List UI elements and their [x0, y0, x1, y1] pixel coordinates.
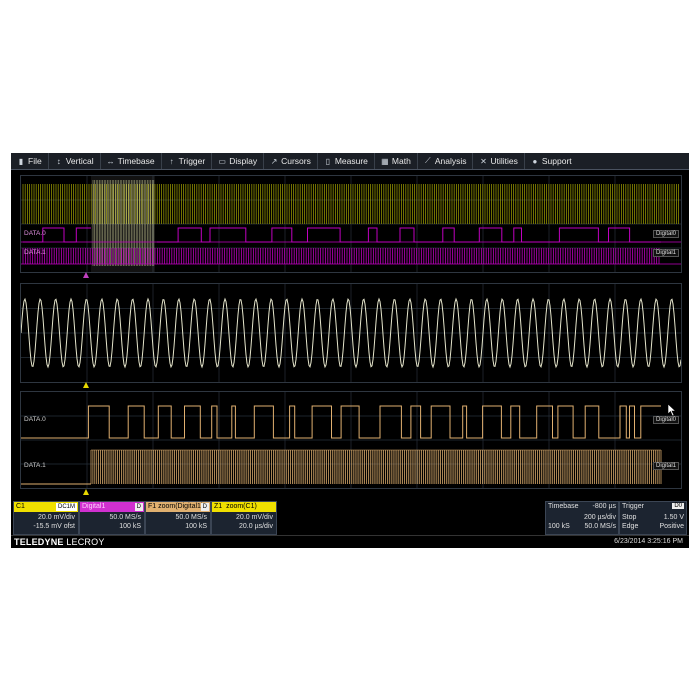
digital1-tag: Digital1: [652, 249, 679, 257]
cursors-icon: ↗: [270, 156, 278, 166]
c1-coupling-badge: DC1M: [55, 503, 77, 511]
trigger-marker-magenta: [83, 272, 89, 278]
trigger-marker-bottom: [83, 489, 89, 495]
analog-sine-trace: [21, 284, 681, 382]
digital-overview-trace: [21, 176, 681, 272]
timebase-label: Timebase: [548, 503, 579, 510]
z1-header: Z1 zoom(C1): [212, 502, 276, 512]
c1-offset: -15.5 mV ofst: [33, 523, 75, 530]
fzoom-samples: 100 kS: [185, 523, 207, 530]
z1-descriptor[interactable]: Z1 zoom(C1) 20.0 mV/div 20.0 µs/div: [211, 501, 277, 535]
z1-volts-div: 20.0 mV/div: [236, 514, 273, 521]
menu-timebase[interactable]: ↔ Timebase: [101, 153, 162, 169]
menu-trigger[interactable]: ↑ Trigger: [162, 153, 213, 169]
digital1-samples: 100 kS: [119, 523, 141, 530]
c1-volts-div: 20.0 mV/div: [38, 514, 75, 521]
zoom-label-data0: DATA.0: [24, 416, 46, 423]
descriptor-bar: C1 DC1M 20.0 mV/div -15.5 mV ofst Digita…: [11, 499, 689, 535]
analysis-icon: ⟋: [425, 156, 431, 165]
status-footer: TELEDYNE LECROY 6/23/2014 3:25:16 PM: [11, 535, 689, 548]
trigger-label: Trigger: [622, 503, 644, 510]
digital-zoom-trace: [21, 392, 681, 488]
menu-cursors[interactable]: ↗ Cursors: [264, 153, 318, 169]
timebase-samples: 100 kS: [548, 523, 570, 530]
fzoom-badge: D: [200, 503, 209, 511]
timebase-icon: ↔: [106, 156, 115, 166]
display-icon: ▭: [218, 156, 226, 166]
trace-label-data0: DATA.0: [24, 230, 46, 237]
trace-label-data1: DATA.1: [24, 249, 46, 256]
menu-analysis[interactable]: ⟋ Analysis: [418, 153, 474, 169]
mouse-pointer-icon: [667, 403, 677, 417]
digital-overview-grid[interactable]: DATA.0 DATA.1 Digital0 Digital1: [20, 175, 682, 273]
timebase-div: 200 µs/div: [583, 514, 616, 521]
trigger-level: 1.50 V: [663, 514, 684, 521]
trigger-descriptor[interactable]: Trigger D0 Stop 1.50 V Edge Positive: [619, 501, 687, 535]
digital1-descriptor[interactable]: Digital1 D 50.0 MS/s 100 kS: [79, 501, 145, 535]
menu-vertical[interactable]: ↕ Vertical: [49, 153, 101, 169]
digital0-tag: Digital0: [652, 230, 679, 238]
menu-support[interactable]: ● Support: [525, 153, 578, 169]
oscilloscope-screen: ▮ File ↕ Vertical ↔ Timebase ↑ Trigger ▭ Disp…: [11, 153, 689, 548]
menu-measure[interactable]: ▯ Measure: [318, 153, 375, 169]
file-icon: ▮: [18, 156, 24, 166]
zoom-label-data1: DATA.1: [24, 462, 46, 469]
menu-display[interactable]: ▭ Display: [212, 153, 265, 169]
z1-time-div: 20.0 µs/div: [239, 523, 273, 530]
utilities-icon: ✕: [480, 156, 487, 166]
trigger-icon: ↑: [169, 156, 174, 166]
vertical-icon: ↕: [56, 156, 61, 166]
support-icon: ●: [532, 156, 538, 166]
zoom-digital1-tag: Digital1: [652, 462, 679, 470]
trigger-marker-yellow: [83, 382, 89, 388]
date-time: 6/23/2014 3:25:16 PM: [614, 538, 683, 545]
trigger-source-badge: D0: [672, 503, 684, 509]
menu-file[interactable]: ▮ File: [11, 153, 49, 169]
fzoom-descriptor[interactable]: F1 zoom(Digital1) D 50.0 MS/s 100 kS: [145, 501, 211, 535]
trigger-slope: Positive: [659, 523, 684, 530]
timebase-descriptor[interactable]: Timebase -800 µs 200 µs/div 100 kS 50.0 …: [545, 501, 619, 535]
menu-bar: ▮ File ↕ Vertical ↔ Timebase ↑ Trigger ▭ Disp…: [11, 153, 689, 170]
digital1-rate: 50.0 MS/s: [109, 514, 141, 521]
trigger-type: Edge: [622, 523, 639, 530]
menu-math[interactable]: ▦ Math: [375, 153, 418, 169]
teledyne-lecroy-logo: TELEDYNE LECROY: [14, 537, 105, 547]
zoom-digital0-tag: Digital0: [652, 416, 679, 424]
math-icon: ▦: [381, 156, 389, 166]
analog-grid[interactable]: [20, 283, 682, 383]
trigger-mode: Stop: [622, 514, 637, 521]
digital1-badge: D: [134, 503, 143, 511]
fzoom-rate: 50.0 MS/s: [175, 514, 207, 521]
digital-zoom-grid[interactable]: DATA.0 DATA.1 Digital0 Digital1: [20, 391, 682, 489]
measure-icon: ▯: [325, 156, 331, 166]
menu-utilities[interactable]: ✕ Utilities: [473, 153, 525, 169]
timebase-offset: -800 µs: [592, 503, 617, 510]
timebase-rate: 50.0 MS/s: [584, 523, 616, 530]
c1-descriptor[interactable]: C1 DC1M 20.0 mV/div -15.5 mV ofst: [13, 501, 79, 535]
